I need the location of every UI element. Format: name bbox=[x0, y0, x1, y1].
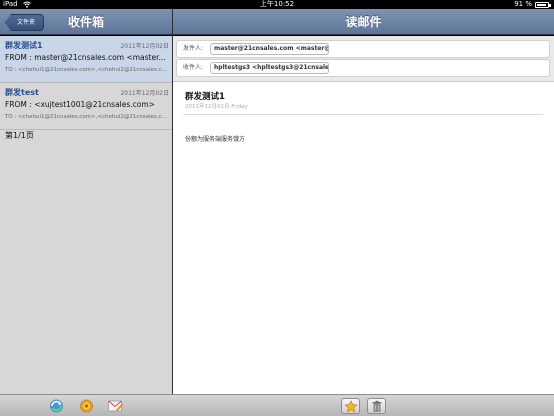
mail-list-pane: 群发测试1 2011年12月02日 FROM : master@21cnsale… bbox=[0, 36, 172, 394]
recipient-token[interactable]: hpltestgs3 <hpltestgs3@21cnsales... bbox=[210, 62, 329, 74]
mail-body: 份额为服务端服务饿方 bbox=[185, 136, 246, 143]
sender-token[interactable]: master@21cnsales.com <master@... bbox=[210, 43, 329, 55]
mail-list-item[interactable]: 群发测试1 2011年12月02日 FROM : master@21cnsale… bbox=[0, 36, 172, 83]
mail-to: TO : <chehui1@21cnsales.com>,<chehui2@21… bbox=[5, 67, 167, 73]
settings-gear-icon[interactable] bbox=[78, 398, 95, 414]
page-indicator: 第1/1页 bbox=[5, 131, 34, 140]
mail-from: FROM : master@21cnsales.com <master... bbox=[5, 53, 166, 62]
status-bar: iPad 上午10:52 91 % bbox=[0, 0, 554, 9]
header-divider bbox=[183, 114, 543, 115]
mail-detail-pane: 发件人: master@21cnsales.com <master@... 收件… bbox=[173, 36, 554, 394]
read-mail-title: 读邮件 bbox=[345, 15, 382, 29]
battery-percentage: 91 % bbox=[514, 0, 532, 8]
bottom-toolbar bbox=[0, 394, 554, 416]
inbox-nav-bar: 文件夹 收件箱 bbox=[0, 9, 172, 35]
mail-list-item[interactable]: 群发test 2011年12月02日 FROM : <xujtest1001@2… bbox=[0, 83, 172, 130]
clock: 上午10:52 bbox=[259, 0, 295, 8]
mail-subject: 群发test bbox=[5, 88, 39, 97]
detail-subject: 群发测试1 bbox=[185, 92, 225, 102]
folders-back-button[interactable]: 文件夹 bbox=[5, 14, 45, 31]
battery-icon bbox=[535, 2, 551, 8]
read-mail-nav-bar: 读邮件 bbox=[173, 9, 554, 35]
star-button[interactable] bbox=[341, 398, 360, 414]
mail-subject: 群发测试1 bbox=[5, 41, 43, 50]
delete-button[interactable] bbox=[367, 398, 386, 414]
mail-to: TO : <chehui1@21cnsales.com>,<chehui2@21… bbox=[5, 114, 167, 120]
battery-level bbox=[537, 4, 546, 6]
recipient-label: 收件人: bbox=[183, 64, 204, 71]
recipient-row: 收件人: hpltestgs3 <hpltestgs3@21cnsales... bbox=[176, 59, 550, 77]
mail-header: 发件人: master@21cnsales.com <master@... 收件… bbox=[173, 36, 554, 82]
inbox-title: 收件箱 bbox=[68, 15, 105, 29]
compose-icon[interactable] bbox=[107, 398, 124, 414]
mail-date: 2011年12月02日 bbox=[120, 90, 169, 97]
mail-from: FROM : <xujtest1001@21cnsales.com> bbox=[5, 100, 155, 109]
mail-date: 2011年12月02日 bbox=[120, 43, 169, 50]
refresh-icon[interactable] bbox=[48, 398, 65, 414]
detail-date: 2011年12月02日 Friday bbox=[185, 104, 248, 110]
star-icon bbox=[344, 400, 358, 413]
sender-label: 发件人: bbox=[183, 45, 204, 52]
trash-icon bbox=[372, 400, 382, 412]
sender-row: 发件人: master@21cnsales.com <master@... bbox=[176, 40, 550, 58]
